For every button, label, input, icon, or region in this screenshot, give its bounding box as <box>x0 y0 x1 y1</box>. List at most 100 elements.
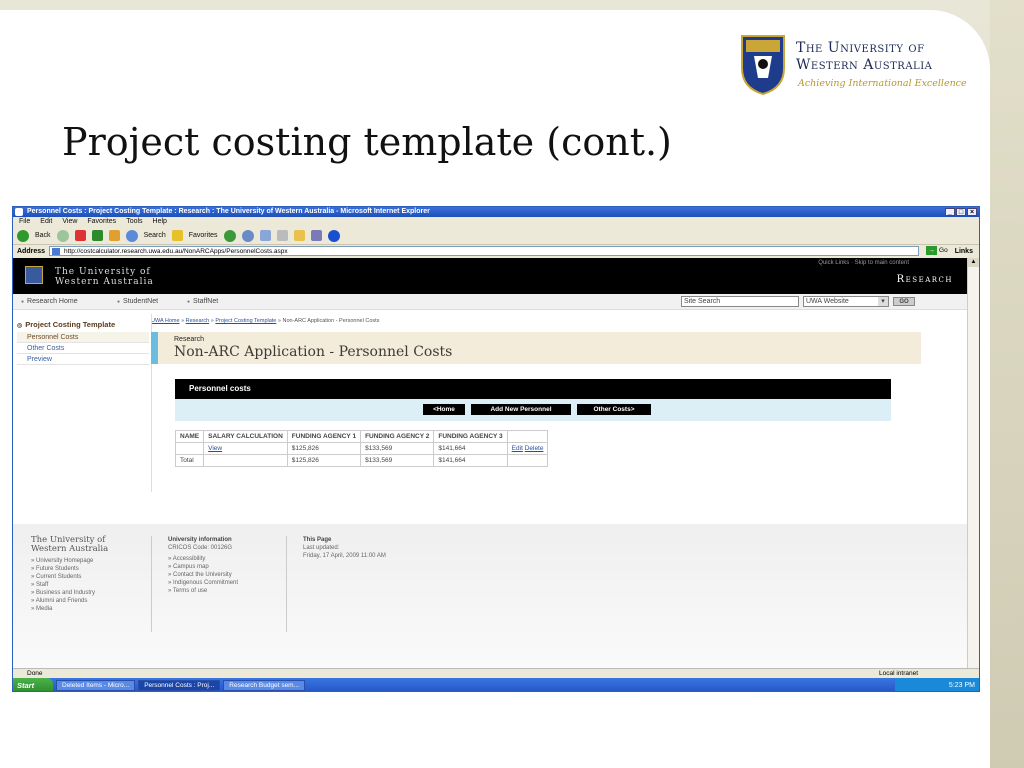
footer-link[interactable]: Media <box>31 605 151 613</box>
task-personnel-costs[interactable]: Personnel Costs : Proj... <box>138 680 221 691</box>
footer-link[interactable]: Terms of use <box>168 587 286 595</box>
footer-info: University information CRICOS Code: 0012… <box>151 536 287 632</box>
footer-page-title: This Page <box>303 537 332 543</box>
breadcrumb-project-costing[interactable]: Project Costing Template <box>215 318 276 324</box>
leftnav-item-preview[interactable]: Preview <box>17 354 149 365</box>
logo-motto: Achieving International Excellence <box>798 78 967 89</box>
total-agency-1: $125,826 <box>286 454 362 467</box>
footer-link[interactable]: Staff <box>31 581 151 589</box>
logo-line-1: The University of <box>796 40 925 56</box>
col-funding-agency-2: FUNDING AGENCY 2 <box>360 430 435 443</box>
nav-staffnet[interactable]: StaffNet <box>187 298 218 305</box>
menu-favorites[interactable]: Favorites <box>87 217 116 227</box>
task-research-budget[interactable]: Research Budget sem... <box>223 680 306 691</box>
add-personnel-button[interactable]: Add New Personnel <box>471 404 571 415</box>
footer-link[interactable]: Alumni and Friends <box>31 597 151 605</box>
task-deleted-items[interactable]: Deleted Items - Micro... <box>56 680 136 691</box>
history-icon[interactable] <box>241 229 254 242</box>
refresh-icon[interactable] <box>91 230 103 241</box>
logo-university-name: The University of Western Australia <box>796 40 932 74</box>
home-button[interactable]: <Home <box>423 404 465 415</box>
media-icon[interactable] <box>223 229 236 242</box>
bluetooth-icon[interactable] <box>327 229 340 242</box>
stop-icon[interactable] <box>74 230 86 241</box>
breadcrumb-research[interactable]: Research <box>186 318 210 324</box>
menu-help[interactable]: Help <box>153 217 167 227</box>
leftnav-heading[interactable]: Project Costing Template <box>17 320 149 329</box>
messenger-icon[interactable] <box>310 230 322 241</box>
footer-link[interactable]: Indigenous Commitment <box>168 579 286 587</box>
search-icon[interactable] <box>125 229 138 242</box>
browser-titlebar: Personnel Costs : Project Costing Templa… <box>13 207 979 217</box>
view-link[interactable]: View <box>208 445 222 452</box>
nav-research-home[interactable]: Research Home <box>21 298 78 305</box>
footer-uni-line-2: Western Australia <box>31 544 109 554</box>
slide-side-strip <box>990 0 1024 768</box>
vertical-scrollbar[interactable]: ▲ <box>967 258 979 668</box>
address-bar: Address http://costcalculator.research.u… <box>13 245 979 257</box>
quick-links[interactable]: Quick Links · Skip to main content <box>818 260 909 266</box>
forward-icon[interactable] <box>56 229 69 242</box>
taskbar: Start Deleted Items - Micro... Personnel… <box>13 678 979 691</box>
mail-icon[interactable] <box>259 230 271 241</box>
other-costs-button[interactable]: Other Costs> <box>577 404 651 415</box>
menu-tools[interactable]: Tools <box>126 217 142 227</box>
maximize-icon[interactable]: □ <box>956 208 966 216</box>
menu-file[interactable]: File <box>19 217 30 227</box>
footer-link[interactable]: Current Students <box>31 573 151 581</box>
page-title: Non-ARC Application - Personnel Costs <box>174 344 453 360</box>
col-salary-calculation: SALARY CALCULATION <box>203 430 288 443</box>
leftnav-item-personnel-costs[interactable]: Personnel Costs <box>17 332 149 343</box>
total-label: Total <box>174 454 205 467</box>
nav-studentnet[interactable]: StudentNet <box>117 298 158 305</box>
footer-info-title: University information <box>168 537 232 543</box>
col-funding-agency-1: FUNDING AGENCY 1 <box>286 430 362 443</box>
menu-edit[interactable]: Edit <box>40 217 52 227</box>
site-university-name[interactable]: The University of Western Australia <box>55 267 154 287</box>
menu-view[interactable]: View <box>62 217 77 227</box>
col-name: NAME <box>174 430 205 443</box>
go-button[interactable]: Go <box>923 246 951 256</box>
back-button[interactable]: Back <box>35 232 51 239</box>
back-icon[interactable] <box>17 229 29 242</box>
cell-empty <box>506 454 549 467</box>
favorites-button[interactable]: Favorites <box>189 232 218 239</box>
close-icon[interactable]: × <box>967 208 977 216</box>
favorites-icon[interactable] <box>171 230 183 241</box>
footer-link[interactable]: Contact the University <box>168 571 286 579</box>
footer-link[interactable]: University Homepage <box>31 557 151 565</box>
address-input[interactable]: http://costcalculator.research.uwa.edu.a… <box>49 246 920 256</box>
col-actions <box>506 430 549 443</box>
search-button[interactable]: Search <box>144 232 166 239</box>
footer-link[interactable]: Campus map <box>168 563 286 571</box>
scroll-up-icon[interactable]: ▲ <box>968 258 979 267</box>
start-button[interactable]: Start <box>13 678 53 691</box>
search-go-button[interactable]: GO <box>893 297 915 306</box>
breadcrumb-uwa-home[interactable]: UWA Home <box>151 318 180 324</box>
footer-info-links: Accessibility Campus map Contact the Uni… <box>168 555 286 595</box>
home-icon[interactable] <box>108 230 120 241</box>
footer-link[interactable]: Future Students <box>31 565 151 573</box>
window-controls: _ □ × <box>945 208 977 216</box>
links-button[interactable]: Links <box>955 248 973 255</box>
personnel-costs-header: Personnel costs <box>175 379 891 399</box>
system-tray: 5:23 PM <box>895 678 979 691</box>
site-header: The University of Western Australia Quic… <box>13 258 967 294</box>
footer-link[interactable]: Accessibility <box>168 555 286 563</box>
ie-icon <box>15 208 23 216</box>
search-scope-select[interactable]: UWA Website <box>803 296 889 307</box>
site-search-input[interactable]: Site Search <box>681 296 799 307</box>
leftnav-item-other-costs[interactable]: Other Costs <box>17 343 149 354</box>
delete-link[interactable]: Delete <box>525 445 544 452</box>
edit-link[interactable]: Edit <box>512 445 523 452</box>
table-total-row: Total $125,826 $133,569 $141,664 <box>174 454 549 467</box>
logo-line-2: Western Australia <box>796 57 933 73</box>
print-icon[interactable] <box>276 230 288 241</box>
status-text: Done <box>27 670 43 677</box>
minimize-icon[interactable]: _ <box>945 208 955 216</box>
cricos-code: CRICOS Code: 00126G <box>168 545 233 551</box>
site-uni-line-2: Western Australia <box>55 277 154 287</box>
folder-icon[interactable] <box>293 230 305 241</box>
site-crest-icon[interactable] <box>25 266 43 284</box>
footer-link[interactable]: Business and Industry <box>31 589 151 597</box>
